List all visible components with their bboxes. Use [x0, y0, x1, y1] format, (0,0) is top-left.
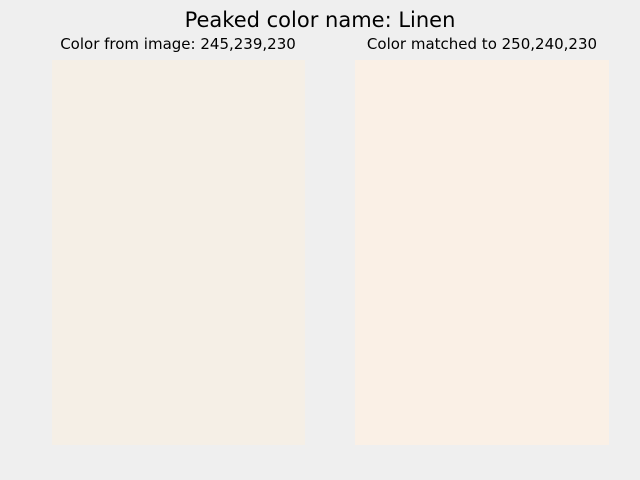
matched-color-panel-title: Color matched to 250,240,230 [366, 35, 598, 53]
figure-title: Peaked color name: Linen [184, 8, 456, 32]
image-color-panel-title: Color from image: 245,239,230 [60, 35, 296, 53]
image-color-swatch [52, 60, 305, 445]
matched-color-swatch [355, 60, 609, 445]
